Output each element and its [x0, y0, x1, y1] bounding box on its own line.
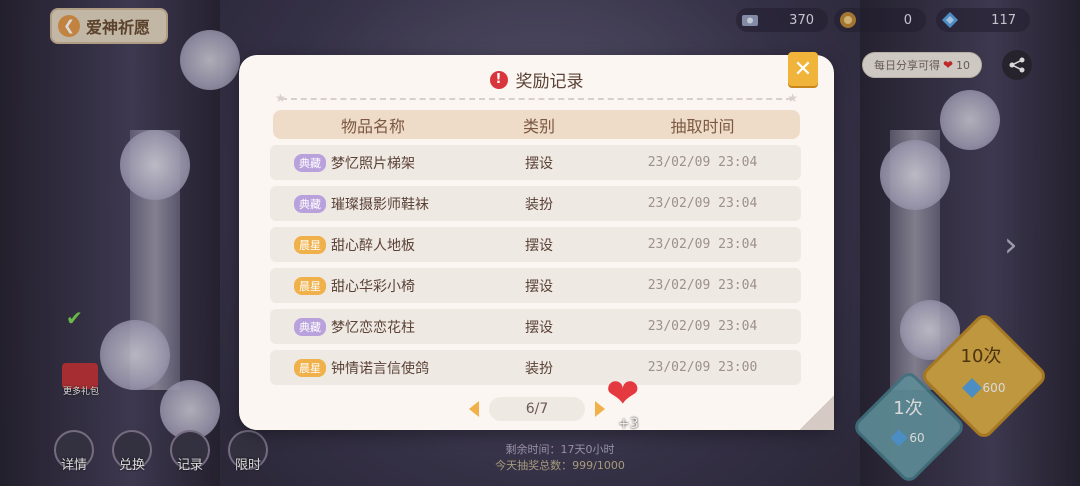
- table-row: 典藏 梦忆照片梯架 摆设 23/02/09 23:04: [270, 145, 801, 180]
- heart-bonus: +3: [618, 416, 639, 432]
- column-header-name: 物品名称: [340, 116, 405, 136]
- item-name: 钟情诺言信使鸽: [331, 360, 429, 377]
- dialog-title: 奖励记录: [515, 72, 584, 92]
- item-name: 梦忆照片梯架: [331, 155, 415, 172]
- item-name-cell: 典藏 梦忆恋恋花柱: [270, 317, 474, 337]
- rarity-badge: 晨星: [294, 235, 326, 254]
- item-name-cell: 晨星 甜心华彩小椅: [270, 276, 474, 296]
- prev-page-icon[interactable]: [469, 401, 479, 417]
- pagination: 6/7: [463, 395, 613, 423]
- rarity-badge: 典藏: [294, 153, 326, 172]
- item-name: 梦忆恋恋花柱: [331, 319, 415, 336]
- rarity-badge: 晨星: [294, 358, 326, 377]
- table-row: 晨星 甜心华彩小椅 摆设 23/02/09 23:04: [270, 268, 801, 303]
- table-row: 典藏 璀璨摄影师鞋袜 装扮 23/02/09 23:04: [270, 186, 801, 221]
- page-curl-decoration: [800, 394, 834, 430]
- alert-icon: !: [489, 70, 508, 89]
- table-row: 晨星 钟情诺言信使鸽 装扮 23/02/09 23:00: [270, 350, 801, 385]
- item-name-cell: 晨星 钟情诺言信使鸽: [270, 358, 474, 378]
- draw-time: 23/02/09 23:04: [647, 278, 758, 293]
- next-page-icon[interactable]: [595, 401, 605, 417]
- item-name-cell: 晨星 甜心醉人地板: [270, 235, 474, 255]
- rarity-badge: 典藏: [294, 194, 326, 213]
- draw-time: 23/02/09 23:04: [647, 319, 758, 334]
- close-icon: ✕: [793, 56, 813, 82]
- dialog-header: ! 奖励记录: [239, 67, 834, 92]
- rarity-badge: 晨星: [294, 276, 326, 295]
- star-icon: ★: [275, 91, 286, 105]
- item-name-cell: 典藏 璀璨摄影师鞋袜: [270, 194, 474, 214]
- reward-record-dialog: ! 奖励记录 ★ ★ 物品名称 类别 抽取时间 典藏 梦忆照片梯架 摆设 23/0…: [239, 55, 834, 430]
- draw-time: 23/02/09 23:04: [647, 237, 758, 252]
- heart-icon: ❤: [606, 371, 640, 417]
- item-type: 装扮: [525, 196, 553, 213]
- dashed-divider: [281, 98, 792, 100]
- draw-time: 23/02/09 23:04: [647, 196, 758, 211]
- close-button[interactable]: ✕: [788, 52, 818, 86]
- item-name-cell: 典藏 梦忆照片梯架: [270, 153, 474, 173]
- item-name: 甜心华彩小椅: [331, 278, 415, 295]
- item-type: 摆设: [525, 237, 553, 254]
- table-row: 晨星 甜心醉人地板 摆设 23/02/09 23:04: [270, 227, 801, 262]
- item-type: 摆设: [525, 155, 553, 172]
- column-header-type: 类别: [522, 116, 555, 136]
- column-header-time: 抽取时间: [670, 116, 735, 136]
- page-indicator: 6/7: [489, 397, 585, 421]
- item-name: 璀璨摄影师鞋袜: [331, 196, 429, 213]
- rarity-badge: 典藏: [294, 317, 326, 336]
- star-icon: ★: [787, 91, 798, 105]
- item-name: 甜心醉人地板: [331, 237, 415, 254]
- item-type: 摆设: [525, 278, 553, 295]
- draw-time: 23/02/09 23:04: [647, 155, 758, 170]
- table-header: 物品名称 类别 抽取时间: [273, 110, 800, 139]
- item-type: 装扮: [525, 360, 553, 377]
- table-row: 典藏 梦忆恋恋花柱 摆设 23/02/09 23:04: [270, 309, 801, 344]
- item-type: 摆设: [525, 319, 553, 336]
